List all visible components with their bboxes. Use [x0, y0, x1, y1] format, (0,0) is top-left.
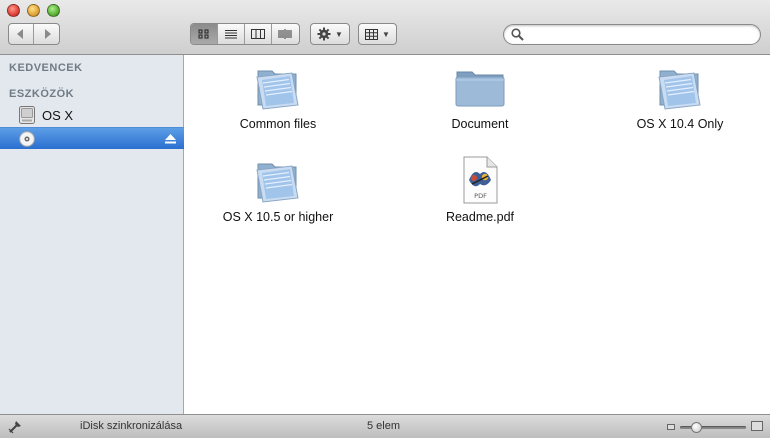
file-item-document[interactable]: Document	[395, 63, 565, 131]
file-name: Common files	[239, 117, 317, 131]
back-button[interactable]	[9, 24, 35, 44]
file-browser-content: Common files Document OS X 10.4 Only OS …	[185, 55, 770, 414]
toolbar: ▼ ▼	[0, 0, 770, 55]
list-view-button[interactable]	[218, 24, 245, 44]
column-view-icon	[251, 29, 265, 39]
search-icon	[511, 28, 524, 41]
minimize-window-button[interactable]	[27, 4, 40, 17]
view-mode-control	[190, 23, 300, 45]
file-item-os-x-10-5-or-higher[interactable]: OS X 10.5 or higher	[193, 156, 363, 224]
action-menu-button[interactable]: ▼	[310, 23, 350, 45]
file-item-readme-pdf[interactable]: PDF Readme.pdf	[395, 156, 565, 224]
coverflow-view-button[interactable]	[272, 24, 299, 44]
file-name: OS X 10.5 or higher	[222, 210, 334, 224]
search-input[interactable]	[528, 28, 753, 42]
file-name: Readme.pdf	[445, 210, 515, 224]
file-item-common-files[interactable]: Common files	[193, 63, 363, 131]
devices-section-header: ESZKÖZÖK	[9, 88, 75, 100]
back-forward-control	[8, 23, 60, 45]
list-view-icon	[225, 30, 237, 39]
close-window-button[interactable]	[7, 4, 20, 17]
icon-size-slider[interactable]	[680, 426, 746, 429]
favorites-section-header: KEDVENCEK	[9, 62, 83, 74]
eject-icon[interactable]	[165, 134, 176, 144]
chevron-left-icon	[17, 29, 23, 39]
chevron-down-icon: ▼	[382, 29, 390, 39]
icon-view-icon	[198, 29, 209, 39]
status-bar: iDisk szinkronizálása 5 elem	[0, 414, 770, 438]
zoom-window-button[interactable]	[47, 4, 60, 17]
folder-icon	[455, 71, 505, 107]
folder-icon	[658, 70, 701, 110]
gear-icon	[317, 27, 331, 41]
coverflow-view-icon	[278, 29, 292, 39]
file-item-os-x-10-4-only[interactable]: OS X 10.4 Only	[595, 63, 765, 131]
hard-drive-icon	[19, 106, 35, 124]
sidebar-item-label: OS X	[42, 107, 74, 123]
chevron-right-icon	[44, 29, 51, 39]
chevron-down-icon: ▼	[335, 29, 343, 39]
small-icon-size-icon	[667, 424, 675, 430]
icon-view-button[interactable]	[191, 24, 218, 44]
file-name: Document	[451, 117, 509, 131]
sidebar-item-disc[interactable]	[0, 127, 184, 149]
grid-arrange-icon	[365, 28, 379, 40]
folder-icon	[256, 163, 299, 203]
large-icon-size-icon	[751, 421, 763, 431]
forward-button[interactable]	[34, 24, 59, 44]
icon-size-slider-knob[interactable]	[691, 422, 702, 433]
arrange-menu-button[interactable]: ▼	[358, 23, 397, 45]
pdf-document-icon: PDF	[463, 156, 498, 204]
sync-status-text: iDisk szinkronizálása	[80, 420, 183, 432]
idisk-sync-icon[interactable]	[8, 420, 22, 434]
search-field[interactable]	[503, 24, 761, 45]
item-count: 5 elem	[367, 420, 401, 432]
column-view-button[interactable]	[245, 24, 272, 44]
sidebar: KEDVENCEK ESZKÖZÖK OS X	[0, 55, 184, 414]
pdf-badge: PDF	[474, 192, 487, 200]
file-name: OS X 10.4 Only	[636, 117, 724, 131]
folder-icon	[256, 70, 299, 110]
disc-icon	[19, 130, 35, 147]
sidebar-item-os-x[interactable]: OS X	[0, 104, 184, 126]
